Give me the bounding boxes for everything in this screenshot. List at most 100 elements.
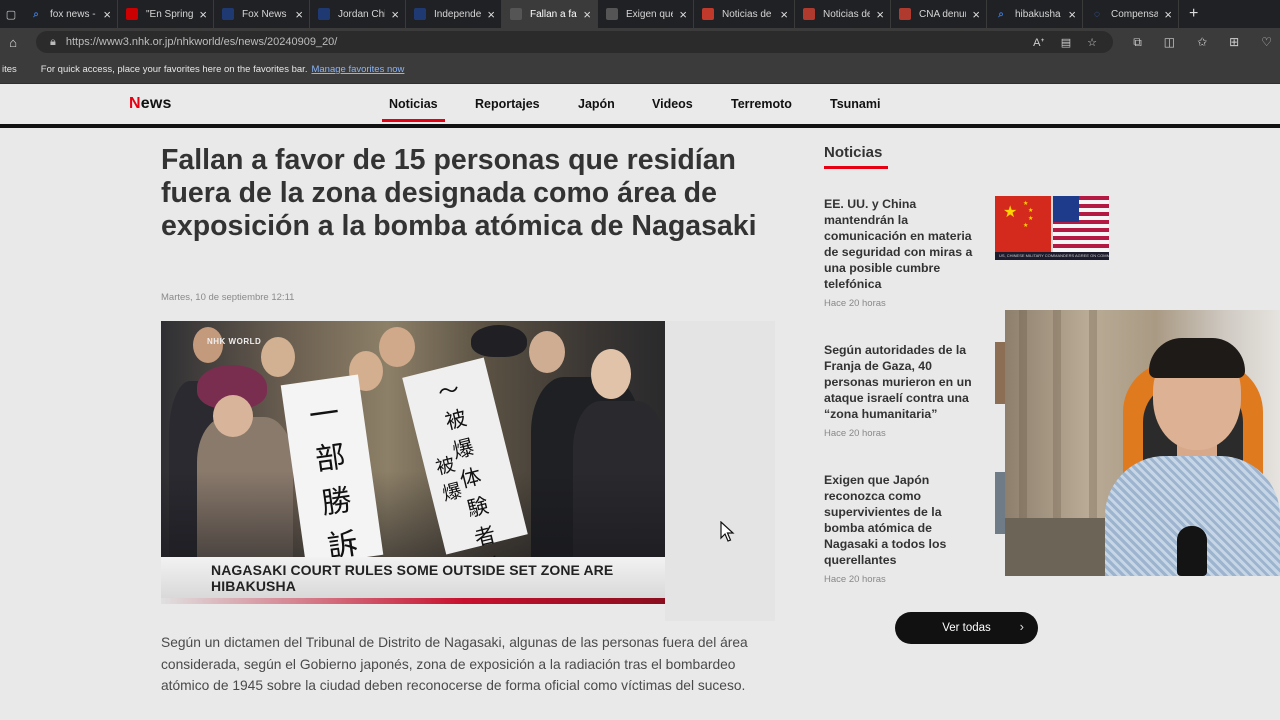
view-all-button[interactable]: Ver todas › [895,612,1038,644]
search-icon: ⌕ [998,8,1004,20]
browser-tab[interactable]: ⌕ fox news - × [22,0,118,28]
webcam-desk [1005,518,1115,576]
browser-tab[interactable]: Independer × [406,0,502,28]
favorites-bar-edge-text: ites [2,64,17,75]
sidebar-title: Noticias [824,144,889,169]
photo-caption-bar: NAGASAKI COURT RULES SOME OUTSIDE SET ZO… [161,557,665,598]
webcam-hair [1149,338,1245,378]
browser-tab-title: "En Springf [146,8,194,20]
browser-tab[interactable]: Jordan Chil × [310,0,406,28]
sidebar-item-time: Hace 20 horas [824,428,886,439]
close-tab-icon[interactable]: × [583,8,591,21]
flag-canton [1053,196,1079,222]
close-tab-icon[interactable]: × [679,8,687,21]
tab-actions-icon[interactable]: ▢ [0,0,22,28]
manage-favorites-link[interactable]: Manage favorites now [311,64,404,75]
favorite-star-icon[interactable]: ☆ [1087,36,1097,49]
browser-tab-title: hibakusha l [1015,8,1063,20]
nhk-news-logo[interactable]: News [129,95,172,113]
url-box[interactable]: 🔒︎ https://www3.nhk.or.jp/nhkworld/es/ne… [36,31,1113,53]
browser-tab-title: Fallan a fav [530,8,578,20]
nhk-icon [606,8,618,20]
photo-person-head [529,331,565,373]
read-aloud-icon[interactable]: Aᐩ [1033,36,1045,49]
photo-watermark: NHK WORLD [207,337,262,346]
sidebar-item-title[interactable]: EE. UU. y China mantendrán la comunicaci… [824,196,984,292]
photo-person-head [213,395,253,437]
browser-tab-title: Jordan Chil [338,8,386,20]
browser-tab-title: Noticias de [722,8,772,20]
browser-tab[interactable]: Noticias de × [795,0,891,28]
extensions-icon[interactable]: ⧉ [1133,35,1142,50]
nav-videos[interactable]: Videos [652,97,693,111]
flag-star-icon: ★ [1023,223,1029,229]
close-tab-icon[interactable]: × [1164,8,1172,21]
fox-news-icon [414,8,426,20]
split-screen-icon[interactable]: ◫ [1164,35,1175,49]
article-photo[interactable]: 一 部 勝 訴 〜 被 爆 体 験 者 は 被 爆 NHK WORLD NAGA… [161,321,665,604]
thumbnail-caption: US, CHINESE MILITARY COMMANDERS AGREE ON… [999,253,1109,258]
close-tab-icon[interactable]: × [295,8,303,21]
collections-icon[interactable]: ⊞ [1229,35,1239,49]
close-tab-icon[interactable]: × [199,8,207,21]
favorites-bar: ites For quick access, place your favori… [0,56,1280,84]
browser-tab-title: Exigen que [626,8,674,20]
immersive-reader-icon[interactable]: ▤ [1061,36,1071,49]
us-flag [1053,196,1109,252]
eh-icon [899,8,911,20]
url-text[interactable]: https://www3.nhk.or.jp/nhkworld/es/news/… [66,36,338,48]
sidebar-item-thumbnail[interactable]: ★ ★ ★ ★ ★ US, CHINESE MILITARY COMMANDER… [995,196,1109,260]
close-tab-icon[interactable]: × [487,8,495,21]
close-tab-icon[interactable]: × [391,8,399,21]
new-tab-button[interactable]: + [1189,5,1198,23]
lock-icon[interactable]: 🔒︎ [50,36,56,49]
mouse-cursor-icon [720,521,735,542]
fox-news-icon [222,8,234,20]
nhk-icon [510,8,522,20]
article-body: Según un dictamen del Tribunal de Distri… [161,635,748,694]
flag-star-icon: ★ [1028,216,1034,222]
browser-tab[interactable]: "En Springf × [118,0,214,28]
browser-tab-strip: ▢ ⌕ fox news - × "En Springf × Fox News - × Jo… [0,0,1280,28]
browser-tab[interactable]: ◌ Compensat × [1083,0,1179,28]
sidebar-item-time: Hace 20 horas [824,574,886,585]
browser-tab[interactable]: Noticias de × [694,0,795,28]
nav-tsunami[interactable]: Tsunami [830,97,880,111]
nav-terremoto[interactable]: Terremoto [731,97,792,111]
close-tab-icon[interactable]: × [1068,8,1076,21]
eh-icon [803,8,815,20]
sidebar-item-title[interactable]: Según autoridades de la Franja de Gaza, … [824,342,984,422]
banner-char: 勝 [319,482,354,522]
nav-noticias[interactable]: Noticias [382,97,445,122]
lp-icon [702,8,714,20]
home-icon[interactable]: ⌂ [0,35,26,50]
close-tab-icon[interactable]: × [780,8,788,21]
article-date: Martes, 10 de septiembre 12:11 [161,292,295,303]
browser-tab[interactable]: ⌕ hibakusha l × [987,0,1083,28]
browser-tab[interactable]: Fallan a fav × [502,0,598,28]
close-tab-icon[interactable]: × [876,8,884,21]
close-tab-icon[interactable]: × [972,8,980,21]
close-tab-icon[interactable]: × [103,8,111,21]
nav-reportajes[interactable]: Reportajes [475,97,540,111]
browser-tab[interactable]: CNA denun × [891,0,987,28]
photo-caption: NAGASAKI COURT RULES SOME OUTSIDE SET ZO… [211,561,614,594]
photo-person-head [261,337,295,377]
site-header: News Noticias Reportajes Japón Videos Te… [0,84,1280,128]
browser-tab[interactable]: Exigen que × [598,0,694,28]
sidebar-item-title[interactable]: Exigen que Japón reconozca como superviv… [824,472,984,568]
sidebar-item-time: Hace 20 horas [824,298,886,309]
browser-essentials-icon[interactable]: ♡ [1261,35,1272,49]
browser-tab-title: CNA denun [919,8,967,20]
logo-word: ews [140,95,172,112]
cnn-icon [126,8,138,20]
thumbnail-caption-strip: US, CHINESE MILITARY COMMANDERS AGREE ON… [995,252,1109,260]
address-bar-row: ⌂ 🔒︎ https://www3.nhk.or.jp/nhkworld/es/… [0,28,1280,56]
banner-char: 部 [313,439,348,479]
photo-shade [161,471,665,561]
nav-japon[interactable]: Japón [578,97,615,111]
browser-tab[interactable]: Fox News - × [214,0,310,28]
webcam-overlay [1005,310,1280,576]
chevron-right-icon: › [1019,619,1024,634]
favorites-icon[interactable]: ✩ [1197,35,1207,49]
